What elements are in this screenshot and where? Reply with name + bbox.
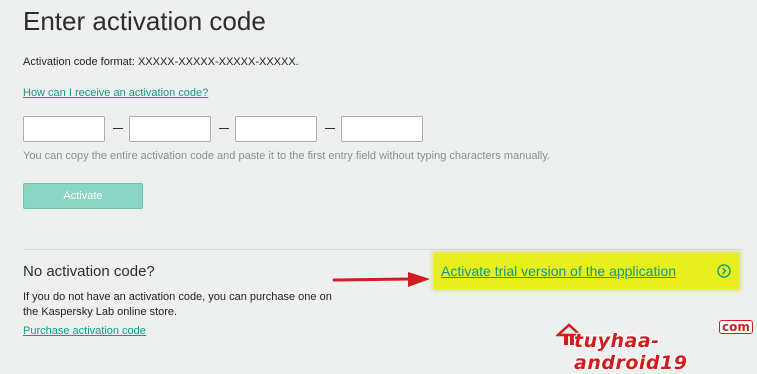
no-code-description: If you do not have an activation code, y… bbox=[23, 291, 332, 318]
section-divider bbox=[23, 249, 743, 250]
watermark-badge: com bbox=[719, 320, 753, 334]
red-arrow-annotation bbox=[332, 270, 432, 295]
dash-separator bbox=[325, 128, 335, 129]
code-field-4[interactable] bbox=[341, 116, 423, 142]
watermark: tuyhaa-android19 com bbox=[554, 320, 753, 374]
dash-separator bbox=[219, 128, 229, 129]
activate-trial-link[interactable]: Activate trial version of the applicatio… bbox=[441, 263, 676, 279]
no-code-heading: No activation code? bbox=[23, 263, 155, 280]
purchase-code-link[interactable]: Purchase activation code bbox=[23, 325, 146, 337]
code-field-3[interactable] bbox=[235, 116, 317, 142]
format-text: Activation code format: XXXXX-XXXXX-XXXX… bbox=[23, 56, 299, 68]
paste-hint: You can copy the entire activation code … bbox=[23, 150, 551, 162]
chevron-right-circle-icon[interactable] bbox=[717, 264, 731, 278]
how-receive-link[interactable]: How can I receive an activation code? bbox=[23, 87, 208, 99]
watermark-text: tuyhaa-android19 bbox=[574, 330, 688, 374]
activate-button[interactable]: Activate bbox=[23, 183, 143, 209]
code-field-1[interactable] bbox=[23, 116, 105, 142]
page-title: Enter activation code bbox=[23, 6, 266, 36]
dash-separator bbox=[113, 128, 123, 129]
trial-highlight: Activate trial version of the applicatio… bbox=[434, 253, 739, 289]
code-field-2[interactable] bbox=[129, 116, 211, 142]
